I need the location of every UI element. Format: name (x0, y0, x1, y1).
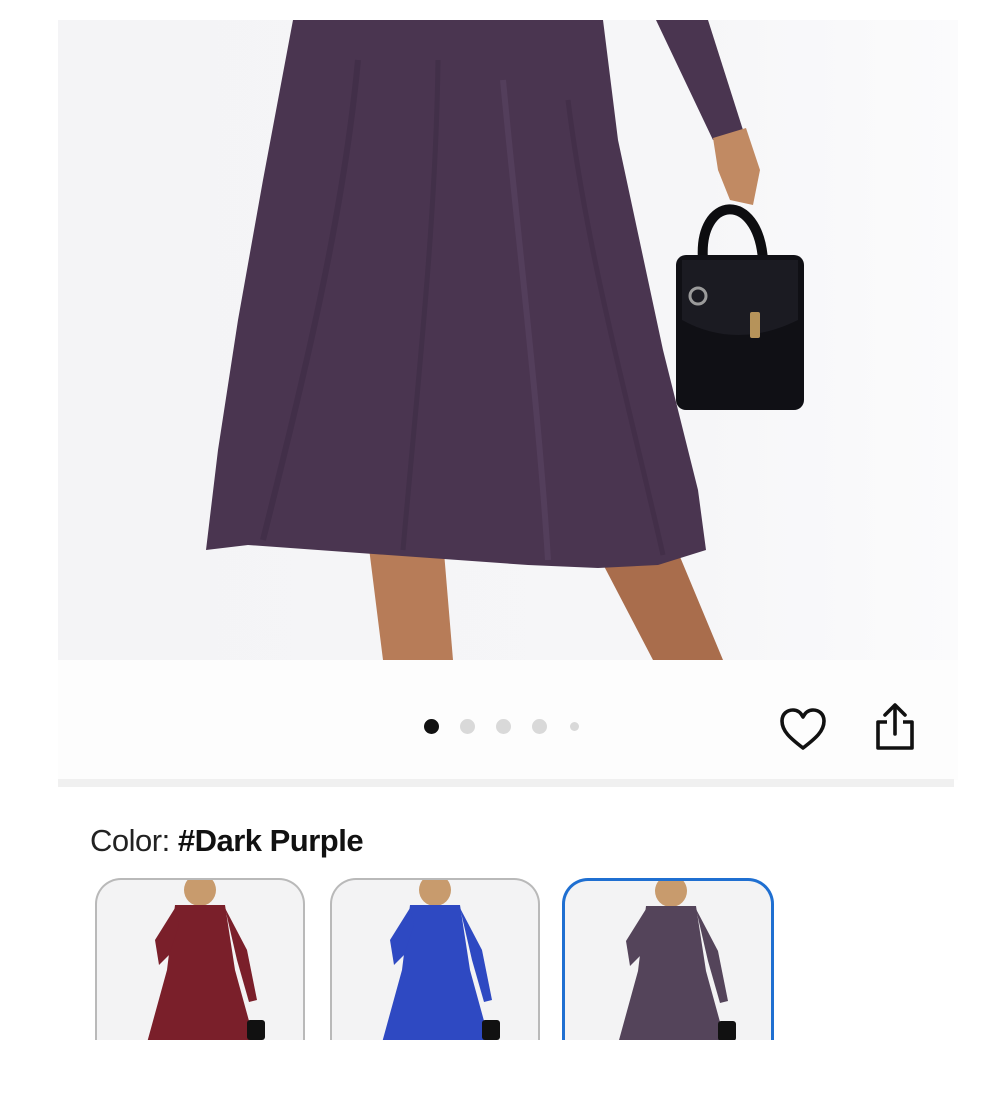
carousel-dot[interactable] (532, 718, 547, 734)
bottom-blank-area (0, 1040, 1000, 1102)
selected-color-name: #Dark Purple (177, 823, 364, 858)
gallery-controls (58, 660, 958, 780)
color-label-prefix: Color: (90, 823, 170, 858)
section-divider (58, 779, 954, 787)
color-swatch-blue[interactable] (330, 878, 540, 1050)
carousel-dots[interactable] (424, 718, 579, 734)
carousel-dot[interactable] (460, 718, 475, 734)
color-swatch-red[interactable] (95, 878, 305, 1050)
color-swatch-dark-purple-selected[interactable] (562, 878, 774, 1051)
carousel-dot[interactable] (496, 718, 511, 734)
heart-icon[interactable] (778, 705, 828, 755)
product-image[interactable] (58, 20, 958, 660)
carousel-dot-active[interactable] (424, 718, 439, 734)
color-label: Color: #Dark Purple (90, 823, 364, 859)
share-icon[interactable] (870, 700, 920, 756)
carousel-dot[interactable] (570, 721, 579, 731)
